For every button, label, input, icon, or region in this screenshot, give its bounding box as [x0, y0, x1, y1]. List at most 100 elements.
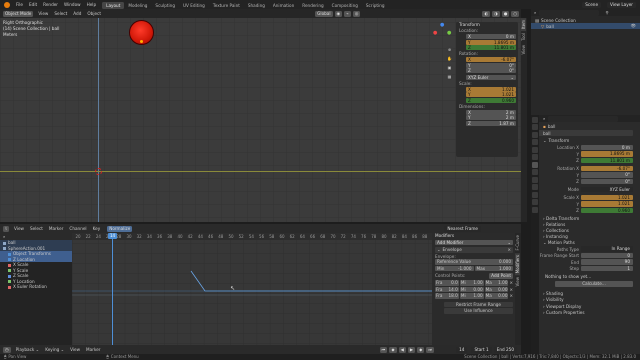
scale-x-field[interactable]: Scale X 1.021 [539, 194, 640, 201]
menu-help[interactable]: Help [84, 0, 100, 9]
workspace-tab-sculpting[interactable]: Sculpting [151, 2, 179, 9]
particles-tab-icon[interactable] [532, 176, 538, 183]
viewport-menu-view[interactable]: View [35, 11, 51, 16]
control-point-field[interactable]: Ma 0.00 [484, 293, 509, 299]
frame-start-field[interactable]: Frame Range Start 0 [539, 252, 640, 259]
data-tab-icon[interactable] [532, 199, 538, 205]
play-reverse-icon[interactable]: ◀ [398, 346, 406, 353]
control-point-field[interactable]: Fra 18.0 [435, 293, 459, 299]
scale-z-field[interactable]: Z 0.960 [539, 207, 640, 214]
z-location-fcurve[interactable] [190, 270, 432, 292]
gizmo-z-icon[interactable]: ● [440, 22, 444, 28]
outliner-search-input[interactable] [539, 9, 600, 16]
frame-ruler[interactable]: 2022242628303234363840424446485052545658… [72, 233, 432, 240]
interpolation-selector[interactable]: Nearest Frame [444, 225, 481, 232]
location-y-field[interactable]: Y 1.8695 m [539, 151, 640, 157]
jump-end-icon[interactable]: ⏭ [426, 346, 435, 353]
menu-window[interactable]: Window [61, 0, 84, 9]
reference-value-field[interactable]: Reference Value 0.000 [435, 259, 513, 265]
scale-y-field[interactable]: Y 1.021 [539, 201, 640, 207]
frame-end-field[interactable]: End 90 [539, 259, 640, 265]
tool-tab-icon[interactable] [532, 116, 538, 123]
rotation-y-field[interactable]: Y 0° [539, 172, 640, 178]
workspace-tab-shading[interactable]: Shading [244, 2, 269, 9]
orientation-selector[interactable]: Global [315, 10, 333, 17]
motion-paths-panel[interactable]: ⌄ Motion Paths [543, 240, 640, 246]
blender-logo-icon[interactable] [4, 1, 10, 8]
viewport-menu-select[interactable]: Select [51, 11, 70, 16]
editor-type-icon[interactable]: ⌇ [3, 225, 10, 232]
np-loc-y[interactable]: Y 1.8695 m [466, 39, 516, 45]
np-dim-y[interactable]: Y 2 m [466, 115, 516, 120]
object-name-field[interactable]: ball [531, 130, 633, 136]
workspace-tab-compositing[interactable]: Compositing [328, 2, 362, 9]
physics-tab-icon[interactable] [532, 184, 538, 190]
np-dim-z[interactable]: Z 1.87 m [466, 120, 516, 126]
add-point-button[interactable]: Add Point [489, 273, 513, 279]
use-influence-toggle[interactable]: Use Influence [444, 308, 513, 314]
normalize-toggle[interactable]: Normalize [107, 225, 133, 232]
timeline-menu-marker[interactable]: Marker [83, 347, 103, 352]
material-tab-icon[interactable] [532, 206, 538, 213]
menu-edit[interactable]: Edit [26, 0, 40, 9]
graph-menu-marker[interactable]: Marker [46, 226, 66, 231]
viewport-menu-object[interactable]: Object [84, 11, 104, 16]
output-tab-icon[interactable] [532, 131, 538, 138]
control-point-field[interactable]: Fra 14.0 [435, 286, 459, 292]
tab-fcurve[interactable]: F-Curve [515, 233, 520, 253]
tab-modifiers[interactable]: Modifiers [515, 252, 520, 275]
current-frame-field[interactable]: 14 [456, 346, 468, 353]
scene-selector[interactable]: Scene [582, 1, 602, 8]
start-frame-field[interactable]: Start 1 [471, 346, 492, 353]
menu-file[interactable]: File [13, 0, 26, 9]
modifier-tab-icon[interactable] [532, 169, 538, 175]
visibility-icon[interactable]: ◐ [482, 10, 491, 17]
zoom-icon[interactable]: ⊕ [446, 46, 453, 53]
paths-type-field[interactable]: Paths Type In Range [539, 246, 640, 252]
end-frame-field[interactable]: End 250 [493, 346, 517, 353]
graph-menu-channel[interactable]: Channel [66, 226, 89, 231]
workspace-tab-scripting[interactable]: Scripting [362, 2, 389, 9]
next-key-icon[interactable]: ◆ [417, 346, 425, 353]
shading-solid-icon[interactable]: ● [501, 10, 510, 17]
playhead-line[interactable] [112, 233, 113, 345]
np-loc-x[interactable]: X 0 m [466, 34, 516, 39]
rotation-x-field[interactable]: Rotation X -6.07° [539, 165, 640, 172]
prev-key-icon[interactable]: ◆ [389, 346, 397, 353]
constraints-tab-icon[interactable] [532, 191, 538, 198]
snap-icon[interactable]: ⌁ [344, 10, 351, 17]
control-point-field[interactable]: Mi 1.00 [459, 293, 484, 299]
np-scale-y[interactable]: Y 1.021 [466, 92, 516, 97]
max-field[interactable]: Max 1.000 [474, 265, 513, 271]
world-tab-icon[interactable] [532, 154, 538, 160]
np-rot-x[interactable]: X -6.07° [466, 57, 516, 62]
control-point-field[interactable]: Mi 1.00 [459, 280, 484, 286]
camera-icon[interactable]: ▣ [446, 64, 453, 71]
custom-properties-panel[interactable]: › Custom Properties [543, 310, 640, 317]
render-tab-icon[interactable] [532, 124, 538, 130]
np-scale-z[interactable]: Z 0.960 [466, 97, 516, 103]
restrict-frame-range-toggle[interactable]: Restrict Frame Range [444, 301, 513, 307]
graph-area[interactable]: ↖ [72, 233, 432, 345]
search-icon[interactable]: ⌕ [543, 116, 545, 121]
timeline-menu-view[interactable]: View [67, 347, 83, 352]
rotation-mode-select[interactable]: XYZ Euler ⌄ [466, 74, 516, 80]
navigation-gizmo[interactable]: ● ● ● [432, 22, 452, 42]
proportional-icon[interactable]: ◎ [352, 10, 361, 17]
play-icon[interactable]: ▶ [407, 346, 416, 353]
np-loc-z[interactable]: Z 11.801 m [466, 45, 516, 50]
control-point-field[interactable]: Mi 0.00 [459, 286, 484, 292]
pivot-icon[interactable]: ◉ [334, 10, 343, 17]
np-rot-y[interactable]: Y 0° [466, 62, 516, 68]
workspace-tab-uv-editing[interactable]: UV Editing [179, 2, 209, 9]
tab-item[interactable]: Item [521, 18, 526, 32]
3d-cursor-icon[interactable] [95, 168, 102, 175]
frame-step-field[interactable]: Step 1 [539, 265, 640, 272]
envelope-modifier-header[interactable]: ⌄ Envelope × [435, 246, 513, 253]
gizmo-y-icon[interactable]: ● [447, 30, 451, 36]
pan-hand-icon[interactable]: ✋ [446, 55, 453, 62]
control-point-field[interactable]: Ma 1.00 [484, 280, 509, 286]
viewport-menu-add[interactable]: Add [70, 11, 84, 16]
scene-tab-icon[interactable] [532, 146, 538, 153]
overlay-icon[interactable]: ◑ [492, 10, 500, 17]
